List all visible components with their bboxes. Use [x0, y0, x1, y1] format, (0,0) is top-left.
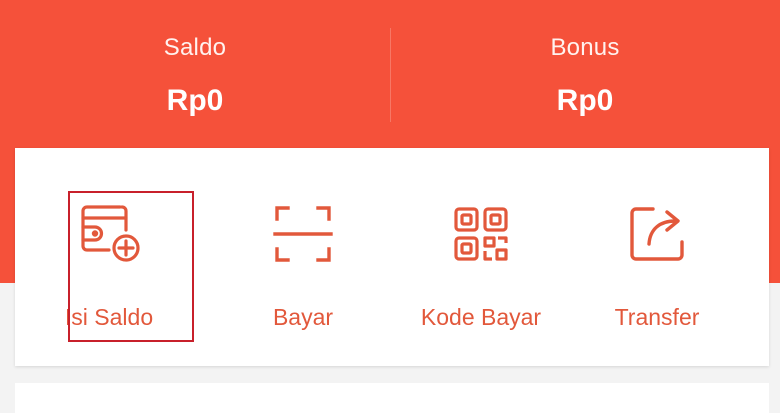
qr-code-icon	[447, 200, 515, 268]
next-section-card	[15, 383, 769, 413]
isi-saldo-button[interactable]: Isi Saldo	[15, 148, 203, 366]
share-arrow-icon	[623, 200, 691, 268]
kode-bayar-button[interactable]: Kode Bayar	[387, 148, 575, 366]
saldo-label: Saldo	[163, 34, 227, 61]
isi-saldo-label: Isi Saldo	[64, 304, 154, 330]
quick-actions-card: Isi Saldo Bayar Kode Bayar Transfer	[15, 148, 769, 366]
bonus-value: Rp0	[556, 84, 614, 117]
kode-bayar-label: Kode Bayar	[420, 304, 542, 330]
bonus-balance[interactable]: Bonus Rp0	[390, 0, 780, 148]
bayar-label: Bayar	[272, 304, 334, 330]
scan-icon	[269, 200, 337, 268]
wallet-add-icon	[75, 200, 143, 268]
bonus-label: Bonus	[550, 34, 620, 61]
saldo-value: Rp0	[166, 84, 224, 117]
transfer-button[interactable]: Transfer	[563, 148, 751, 366]
transfer-label: Transfer	[614, 304, 700, 330]
saldo-balance[interactable]: Saldo Rp0	[0, 0, 390, 148]
bayar-button[interactable]: Bayar	[209, 148, 397, 366]
